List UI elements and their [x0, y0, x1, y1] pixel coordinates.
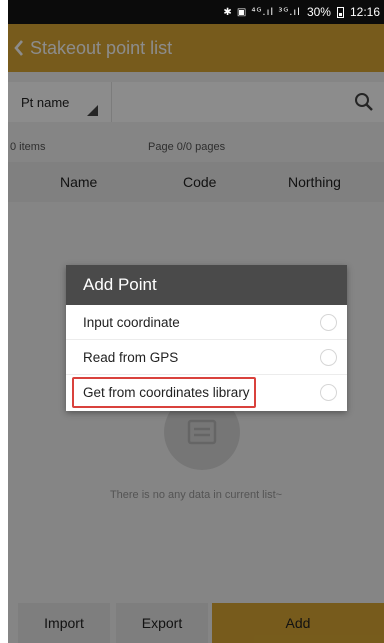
- highlight-annotation: [72, 377, 256, 408]
- option-read-from-gps[interactable]: Read from GPS: [66, 340, 347, 375]
- radio-icon[interactable]: [320, 349, 337, 366]
- status-bar: ✱ ▣ ⁴ᴳ.ıl ³ᴳ.ıl 30% 12:16: [8, 0, 384, 24]
- battery-icon: [336, 6, 344, 18]
- radio-icon[interactable]: [320, 384, 337, 401]
- radio-icon[interactable]: [320, 314, 337, 331]
- option-input-coordinate[interactable]: Input coordinate: [66, 305, 347, 340]
- option-get-from-coordinates-library[interactable]: Get from coordinates library: [66, 375, 347, 410]
- add-point-dialog: Add Point Input coordinate Read from GPS…: [66, 265, 347, 411]
- battery-level: 30%: [306, 5, 331, 19]
- option-label: Read from GPS: [83, 349, 179, 365]
- status-indicators: ✱ ▣ ⁴ᴳ.ıl ³ᴳ.ıl: [223, 6, 301, 18]
- dialog-title: Add Point: [66, 265, 347, 305]
- clock: 12:16: [349, 5, 380, 19]
- app-screen: ✱ ▣ ⁴ᴳ.ıl ³ᴳ.ıl 30% 12:16 Stakeout point…: [8, 0, 384, 643]
- option-label: Input coordinate: [83, 314, 180, 330]
